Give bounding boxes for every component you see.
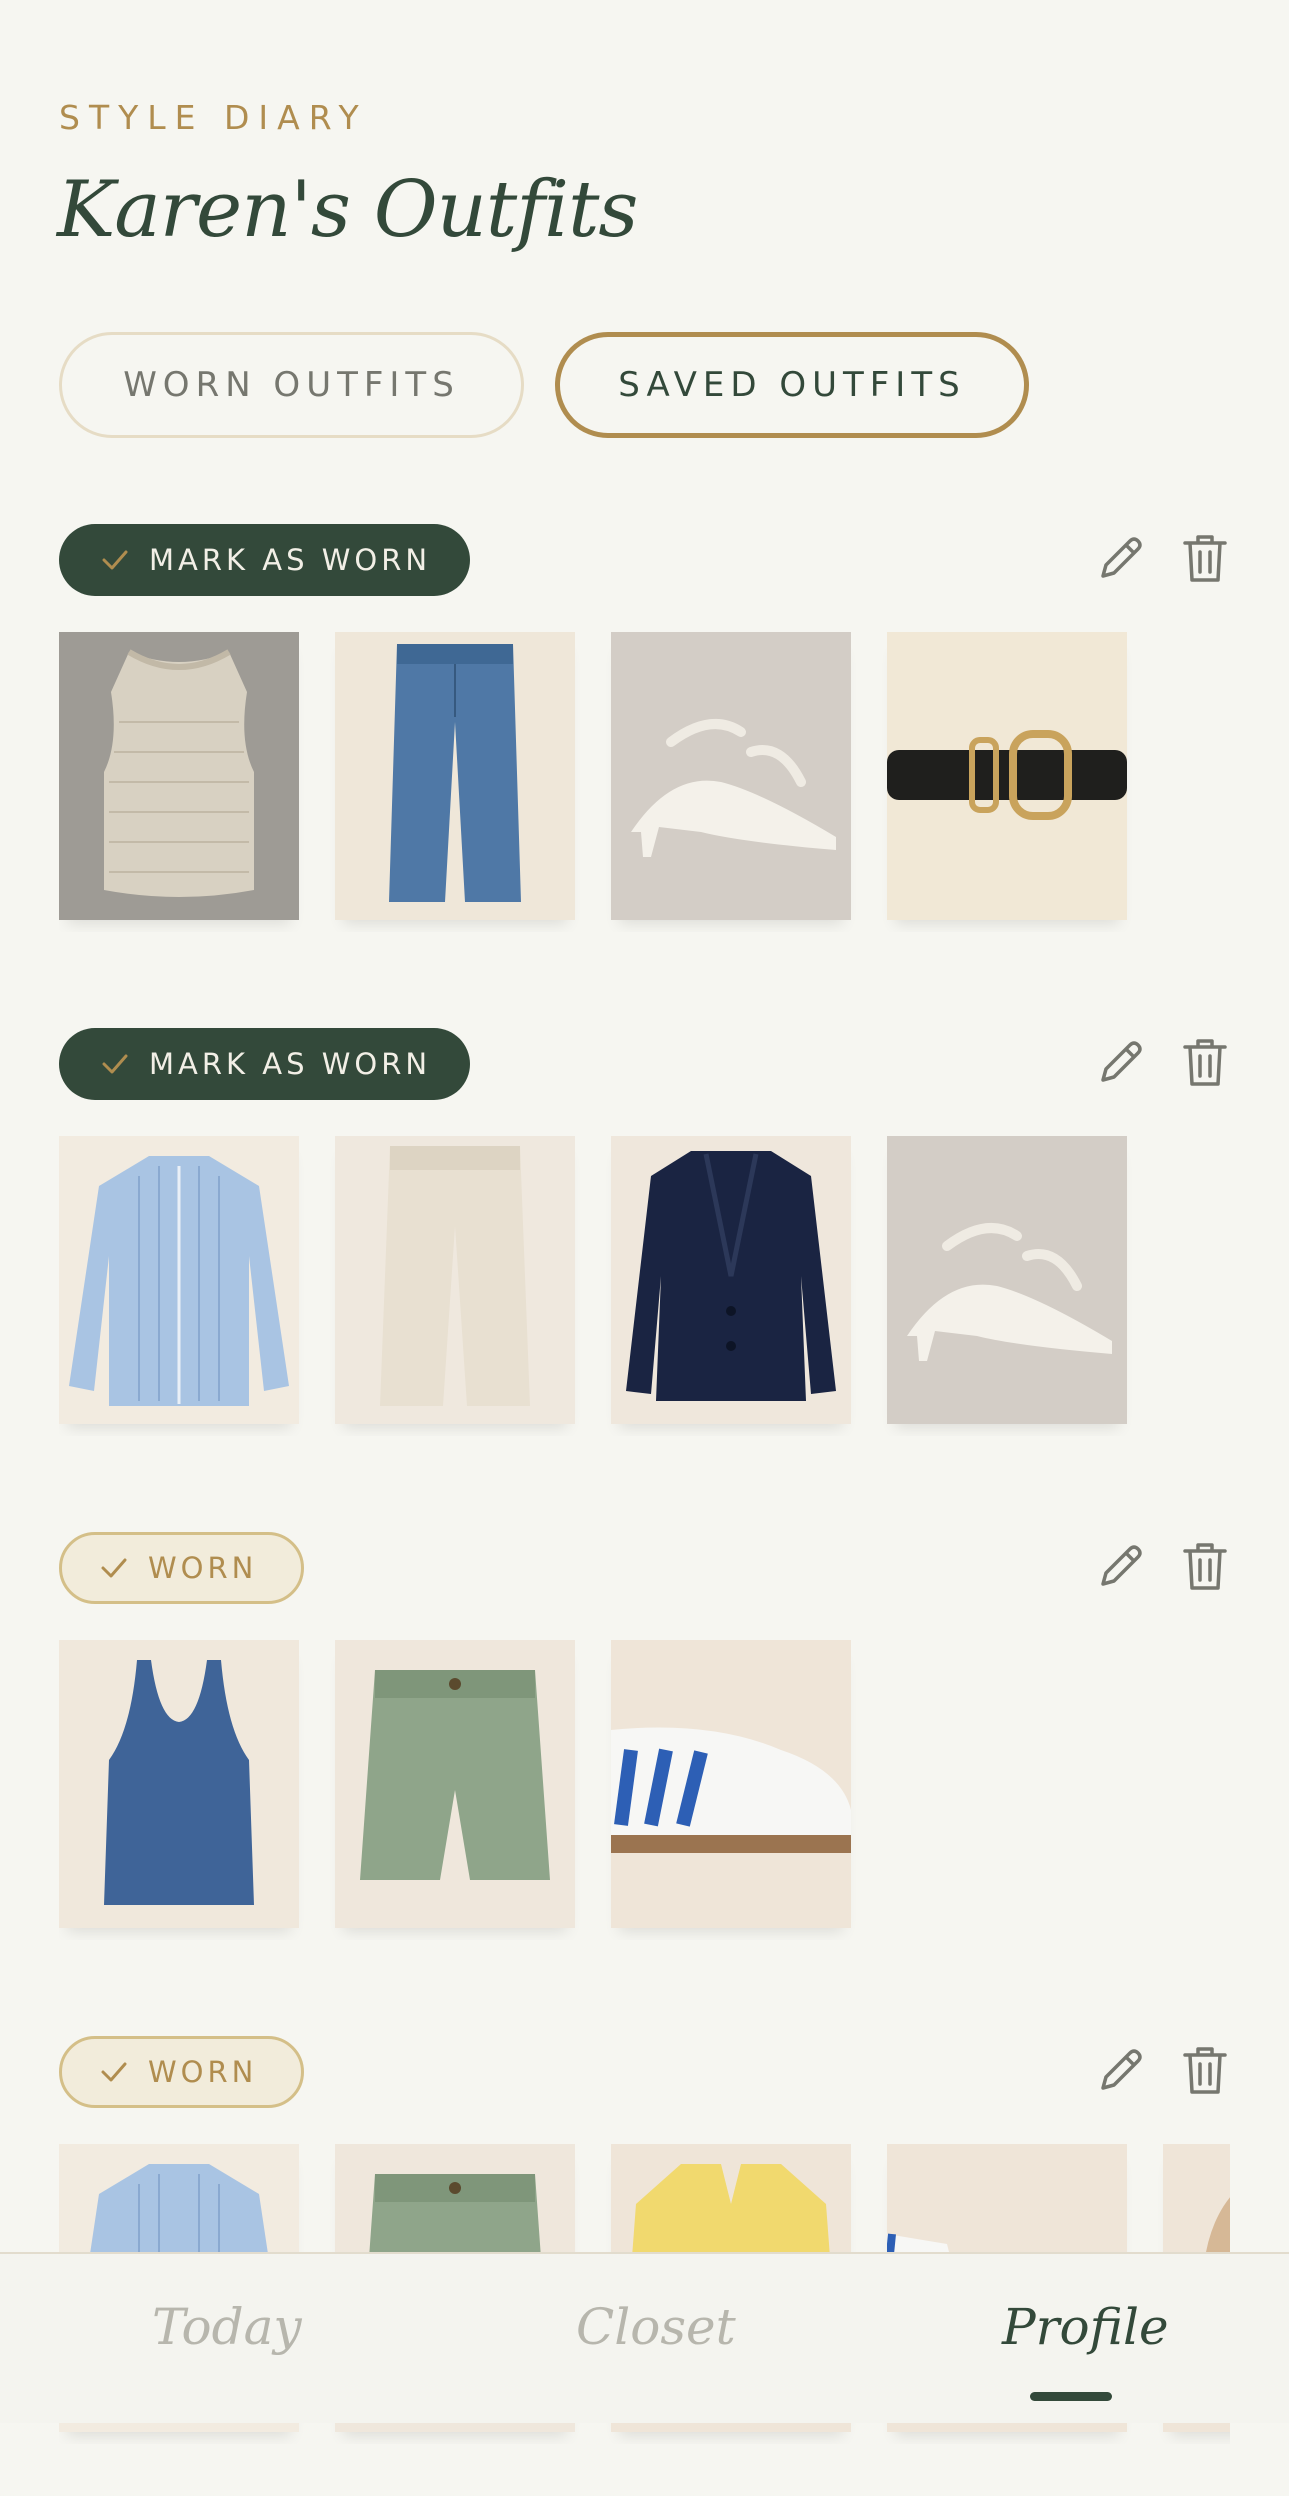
check-icon <box>101 2062 127 2082</box>
item-green-shorts[interactable] <box>335 1640 575 1928</box>
mark-as-worn-button[interactable]: MARK AS WORN <box>59 524 470 596</box>
item-white-heeled-sandals[interactable] <box>611 632 851 920</box>
status-label: WORN <box>148 2055 258 2089</box>
item-blue-striped-shirt[interactable] <box>59 1136 299 1424</box>
outfit-card: MARK AS WORN <box>0 1028 1289 1488</box>
pencil-icon[interactable] <box>1093 1538 1149 1594</box>
item-white-blue-sneakers[interactable] <box>611 1640 851 1928</box>
check-icon <box>102 1054 128 1074</box>
status-label: MARK AS WORN <box>149 1047 432 1081</box>
nav-profile[interactable]: Profile <box>1002 2298 1169 2356</box>
worn-status-button[interactable]: WORN <box>59 1532 304 1604</box>
trash-icon[interactable] <box>1179 2042 1231 2098</box>
page-title: Karen's Outfits <box>57 165 638 255</box>
item-cream-trousers[interactable] <box>335 1136 575 1424</box>
item-black-belt[interactable] <box>887 632 1127 920</box>
section-kicker: STYLE DIARY <box>59 98 368 137</box>
check-icon <box>102 550 128 570</box>
tab-saved-outfits[interactable]: SAVED OUTFITS <box>555 332 1029 438</box>
outfit-items <box>59 632 1230 932</box>
mark-as-worn-button[interactable]: MARK AS WORN <box>59 1028 470 1100</box>
outfit-items <box>59 1640 1230 1940</box>
active-nav-indicator <box>1030 2392 1112 2401</box>
item-blue-tank-top[interactable] <box>59 1640 299 1928</box>
trash-icon[interactable] <box>1179 1538 1231 1594</box>
outfit-items <box>59 1136 1230 1436</box>
nav-closet[interactable]: Closet <box>576 2298 736 2356</box>
pencil-icon[interactable] <box>1093 1034 1149 1090</box>
status-label: WORN <box>148 1551 258 1585</box>
status-label: MARK AS WORN <box>149 543 432 577</box>
pencil-icon[interactable] <box>1093 2042 1149 2098</box>
outfit-card: WORN <box>0 1532 1289 1992</box>
item-jeans[interactable] <box>335 632 575 920</box>
outfit-card: MARK AS WORN <box>0 524 1289 984</box>
check-icon <box>101 1558 127 1578</box>
trash-icon[interactable] <box>1179 1034 1231 1090</box>
worn-status-button[interactable]: WORN <box>59 2036 304 2108</box>
tab-worn-outfits[interactable]: WORN OUTFITS <box>59 332 524 438</box>
item-white-heeled-sandals[interactable] <box>887 1136 1127 1424</box>
bottom-nav: Today Closet Profile <box>0 2252 1289 2423</box>
nav-today[interactable]: Today <box>152 2298 302 2356</box>
trash-icon[interactable] <box>1179 530 1231 586</box>
item-navy-blazer[interactable] <box>611 1136 851 1424</box>
item-sweater-vest[interactable] <box>59 632 299 920</box>
pencil-icon[interactable] <box>1093 530 1149 586</box>
